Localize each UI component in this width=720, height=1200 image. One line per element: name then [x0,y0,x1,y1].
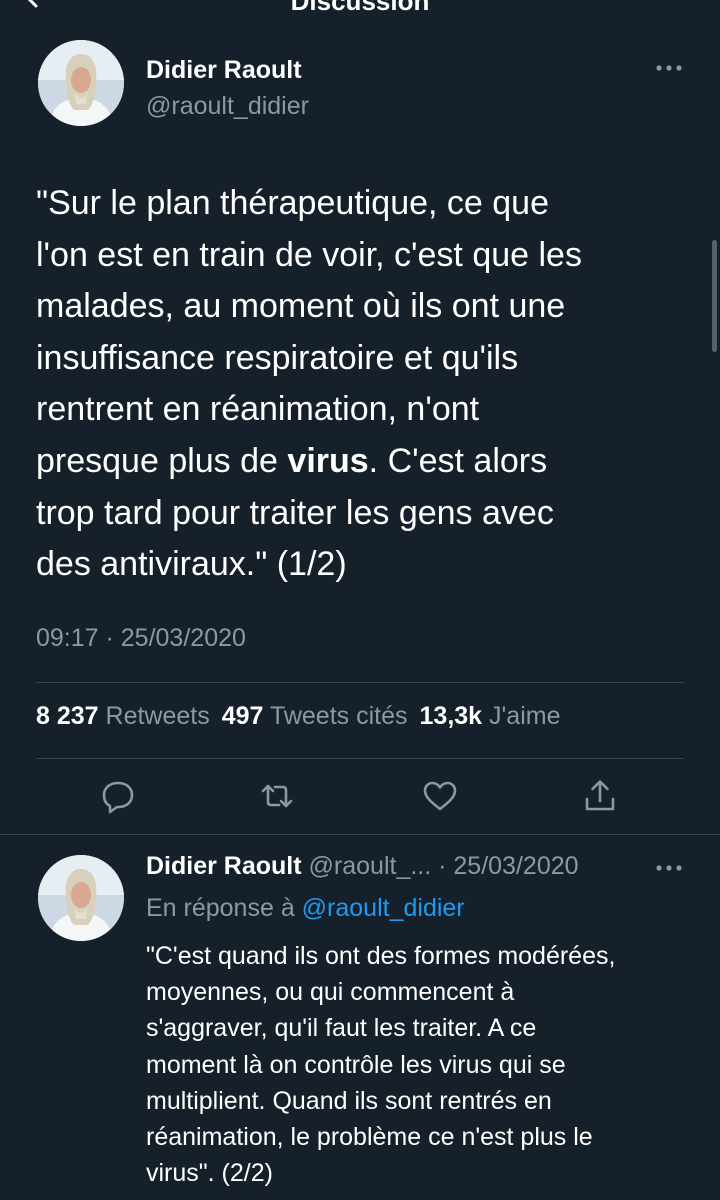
tweet-text-line: rentrent en réanimation, n'ont [36,390,480,429]
tweet-text-line: trop tard pour traiter les gens avec [36,493,554,532]
tweet-stats: 8 237 Retweets 497 Tweets cités 13,3k J'ai… [36,702,561,731]
likes-stat[interactable]: 13,3k J'aime [420,702,561,730]
reply-text-line: moment là on contrôle les virus qui se [146,1050,566,1079]
in-reply-to: En réponse à @raoult_didier [146,894,465,923]
reply-text-line: réanimation, le problème ce n'est plus l… [146,1123,593,1152]
tweet-text-fragment: . C'est alors [368,441,548,480]
quotes-label: Tweets cités [269,702,408,730]
retweets-label: Retweets [105,702,210,730]
tweet-text-line: presque plus de virus. C'est alors [36,436,696,488]
reply-header: Didier Raoult @raoult_... · 25/03/2020 [146,852,579,881]
divider [0,834,720,835]
reply-icon[interactable] [98,776,138,816]
reply-text-line: s'aggraver, qu'il faut les traiter. A ce [146,1014,537,1043]
avatar[interactable] [38,855,124,941]
divider [36,682,684,683]
more-options-icon[interactable] [652,858,686,878]
reply-text-line: multiplient. Quand ils sont rentrés en [146,1086,552,1115]
reply-text: "C'est quand ils ont des formes modérées… [146,938,686,1191]
top-bar: Discussion [0,0,720,14]
share-icon[interactable] [580,776,620,816]
retweet-icon[interactable] [257,776,297,816]
scrollbar[interactable] [712,240,717,352]
reply-text-line: "C'est quand ils ont des formes modérées… [146,942,616,970]
likes-label: J'aime [489,702,561,730]
divider [36,758,684,759]
tweet-text-line: "Sur le plan thérapeutique, ce que [36,184,549,222]
tweet-text-line: l'on est en train de voir, c'est que les [36,235,582,274]
avatar[interactable] [38,40,124,126]
more-options-icon[interactable] [652,58,686,78]
tweet-text-line: insuffisance respiratoire et qu'ils [36,338,519,377]
tweet-text-line: des antiviraux." (1/2) [36,545,347,584]
tweet-text: "Sur le plan thérapeutique, ce que l'on … [36,178,696,591]
tweet-timestamp[interactable]: 09:17 · 25/03/2020 [36,624,246,653]
reply-author-name[interactable]: Didier Raoult [146,852,302,880]
in-reply-to-label: En réponse à [146,894,295,922]
screen-title: Discussion [0,0,720,14]
like-icon[interactable] [420,776,460,816]
tweet-text-line: malades, au moment où ils ont une [36,287,566,326]
reply-meta[interactable]: @raoult_... · 25/03/2020 [309,852,579,880]
tweet-text-bold-word: virus [287,441,369,480]
quotes-count: 497 [221,702,264,730]
retweets-count: 8 237 [36,702,99,730]
reply-text-line: virus". (2/2) [146,1159,273,1188]
retweets-stat[interactable]: 8 237 Retweets [36,702,210,730]
mention-link[interactable]: @raoult_didier [302,894,465,922]
tweet-text-fragment: presque plus de [36,441,288,480]
likes-count: 13,3k [419,702,483,730]
author-handle[interactable]: @raoult_didier [146,92,309,121]
reply-text-line: moyennes, ou qui commencent à [146,978,515,1007]
author-name[interactable]: Didier Raoult [146,56,302,85]
quotes-stat[interactable]: 497 Tweets cités [222,702,408,730]
